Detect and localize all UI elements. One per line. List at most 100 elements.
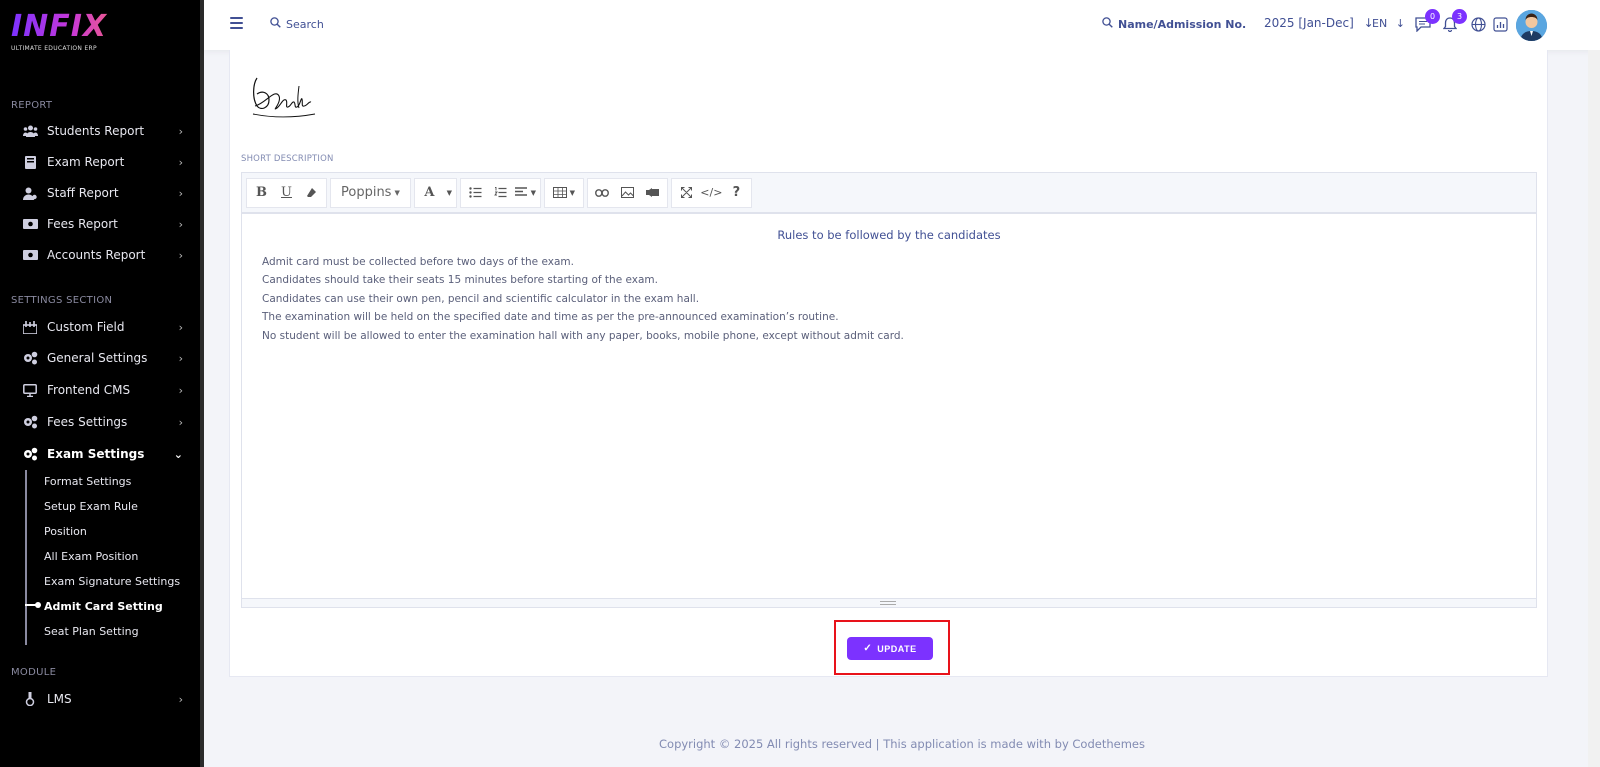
toolbar-group-table: ▼ xyxy=(543,177,584,208)
monitor-icon xyxy=(22,383,38,397)
check-icon: ✓ xyxy=(863,643,873,654)
page-scrollbar[interactable] xyxy=(1588,50,1600,767)
toolbar-group-color: A ▼ xyxy=(413,177,457,208)
editor-resize-handle[interactable] xyxy=(242,598,1536,607)
table-icon[interactable]: ▼ xyxy=(547,179,581,207)
rule-line: The examination will be held on the spec… xyxy=(262,311,839,323)
report-chart-icon[interactable] xyxy=(1491,15,1509,33)
caret-down-icon: ▼ xyxy=(394,188,400,197)
sidebar-item-label: Students Report xyxy=(47,124,145,138)
user-icon xyxy=(22,186,38,200)
fullscreen-icon[interactable] xyxy=(674,179,699,207)
font-color-icon[interactable]: A xyxy=(417,179,442,207)
search-box[interactable]: Search xyxy=(270,17,324,31)
sidebar-scrollbar[interactable] xyxy=(200,465,204,767)
sidebar-item-frontend-cms[interactable]: Frontend CMS › xyxy=(0,375,200,405)
admission-search-box[interactable]: Name/Admission No. xyxy=(1102,17,1246,31)
chevron-right-icon: › xyxy=(178,415,183,429)
rule-line: No student will be allowed to enter the … xyxy=(262,330,904,342)
chevron-right-icon: › xyxy=(178,692,183,706)
image-icon[interactable] xyxy=(615,179,640,207)
help-icon[interactable]: ? xyxy=(724,179,749,207)
sidebar-item-staff-report[interactable]: Staff Report › xyxy=(0,178,200,208)
sidebar: INFIX ULTIMATE EDUCATION ERP REPORT Stud… xyxy=(0,0,204,767)
update-label: UPDATE xyxy=(877,643,917,654)
editor-content-area[interactable]: Rules to be followed by the candidates A… xyxy=(242,213,1536,599)
form-icon xyxy=(22,320,38,334)
sidebar-item-label: Fees Settings xyxy=(47,415,128,429)
rule-line: Admit card must be collected before two … xyxy=(262,256,574,268)
sidebar-item-fees-report[interactable]: Fees Report › xyxy=(0,209,200,239)
lms-icon xyxy=(22,692,38,706)
sidebar-item-exam-settings[interactable]: Exam Settings ⌄ xyxy=(0,439,200,469)
globe-icon[interactable] xyxy=(1469,15,1487,33)
sidebar-item-custom-field[interactable]: Custom Field › xyxy=(0,312,200,342)
chevron-right-icon: › xyxy=(178,217,183,231)
rule-line: Candidates can use their own pen, pencil… xyxy=(262,293,700,305)
rule-line: Candidates should take their seats 15 mi… xyxy=(262,274,658,286)
search-input[interactable]: Search xyxy=(286,18,324,31)
sidebar-item-exam-report[interactable]: Exam Report › xyxy=(0,147,200,177)
book-icon xyxy=(22,155,38,169)
update-highlight-box: ✓ UPDATE xyxy=(834,620,950,675)
bold-icon[interactable]: B xyxy=(249,179,274,207)
sidebar-item-label: Accounts Report xyxy=(47,248,146,262)
language-selector[interactable]: EN ↓ xyxy=(1372,17,1405,30)
money-icon xyxy=(22,217,38,231)
chat-badge: 0 xyxy=(1425,9,1440,24)
arrow-down-icon: ↓ xyxy=(1395,17,1405,30)
session-value: 2025 [Jan-Dec] xyxy=(1264,16,1354,30)
exam-settings-submenu: Format Settings Setup Exam Rule Position… xyxy=(25,470,200,645)
font-family-dropdown[interactable]: Poppins ▼ xyxy=(333,179,408,207)
section-title-settings: SETTINGS SECTION xyxy=(11,295,113,306)
logo[interactable]: INFIX ULTIMATE EDUCATION ERP xyxy=(11,10,131,60)
session-selector[interactable]: 2025 [Jan-Dec] ↓ xyxy=(1264,16,1374,30)
logo-word: INFIX xyxy=(11,10,131,44)
sidebar-item-label: Exam Report xyxy=(47,155,125,169)
chevron-right-icon: › xyxy=(178,155,183,169)
section-title-module: MODULE xyxy=(11,667,57,678)
caret-down-icon[interactable]: ▼ xyxy=(442,179,454,207)
admission-search-input[interactable]: Name/Admission No. xyxy=(1118,18,1246,31)
toolbar-group-insert xyxy=(586,177,668,208)
update-button[interactable]: ✓ UPDATE xyxy=(847,637,933,660)
search-icon xyxy=(270,17,281,31)
bullet-list-icon[interactable] xyxy=(463,179,488,207)
toolbar-group-style: B U xyxy=(246,177,327,208)
chevron-down-icon: ⌄ xyxy=(173,447,183,461)
link-icon[interactable] xyxy=(590,179,615,207)
sidebar-item-students-report[interactable]: Students Report › xyxy=(0,116,200,146)
chat-icon[interactable]: 0 xyxy=(1414,9,1440,33)
signature-image xyxy=(247,66,321,126)
bell-icon[interactable]: 3 xyxy=(1441,9,1467,33)
align-dropdown-icon[interactable]: ▼ xyxy=(513,179,538,207)
grip-icon xyxy=(880,601,896,605)
sidebar-item-label: General Settings xyxy=(47,351,148,365)
search-icon xyxy=(1102,17,1113,31)
sidebar-item-label: Exam Settings xyxy=(47,447,145,461)
submenu-item-admit-card-setting[interactable]: Admit Card Setting xyxy=(44,600,163,613)
submenu-item-setup-exam-rule[interactable]: Setup Exam Rule xyxy=(44,500,138,513)
sidebar-item-label: Frontend CMS xyxy=(47,383,131,397)
underline-icon[interactable]: U xyxy=(274,179,299,207)
section-title-report: REPORT xyxy=(11,100,53,111)
chevron-right-icon: › xyxy=(178,351,183,365)
video-icon[interactable] xyxy=(640,179,665,207)
sidebar-item-general-settings[interactable]: General Settings › xyxy=(0,343,200,373)
eraser-icon[interactable] xyxy=(299,179,324,207)
sidebar-item-fees-settings[interactable]: Fees Settings › xyxy=(0,407,200,437)
money-icon xyxy=(22,248,38,262)
toolbar-group-view: </> ? xyxy=(670,177,752,208)
submenu-item-position[interactable]: Position xyxy=(44,525,87,538)
avatar[interactable] xyxy=(1516,10,1547,41)
menu-toggle-icon[interactable] xyxy=(230,17,243,29)
submenu-item-exam-signature-settings[interactable]: Exam Signature Settings xyxy=(44,575,180,588)
submenu-item-seat-plan-setting[interactable]: Seat Plan Setting xyxy=(44,625,139,638)
submenu-item-all-exam-position[interactable]: All Exam Position xyxy=(44,550,138,563)
numbered-list-icon[interactable] xyxy=(488,179,513,207)
sidebar-item-accounts-report[interactable]: Accounts Report › xyxy=(0,240,200,270)
chevron-right-icon: › xyxy=(178,320,183,334)
sidebar-item-lms[interactable]: LMS › xyxy=(0,684,200,714)
code-view-icon[interactable]: </> xyxy=(699,179,724,207)
submenu-item-format-settings[interactable]: Format Settings xyxy=(44,475,131,488)
